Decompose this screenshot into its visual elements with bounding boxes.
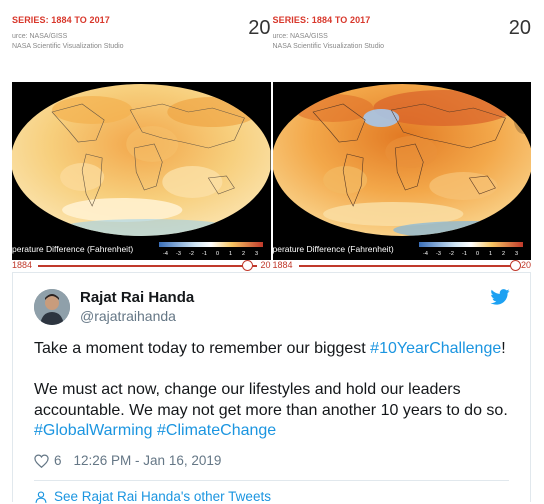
year-slider[interactable]: 1884 20 xyxy=(12,260,271,272)
legend-bar: perature Difference (Fahrenheit) -4 -3 -… xyxy=(12,238,271,260)
scale-tick: 0 xyxy=(216,251,219,256)
year-label: 20 xyxy=(508,17,531,39)
scale-tick: 2 xyxy=(242,251,245,256)
scale-tick: -2 xyxy=(189,251,194,256)
series-title: SERIES: 1884 TO 2017 xyxy=(12,15,110,25)
legend-label: perature Difference (Fahrenheit) xyxy=(12,244,134,254)
tweet-meta: 6 12:26 PM - Jan 16, 2019 xyxy=(34,453,221,468)
text-segment: Take a moment today to remember our bigg… xyxy=(34,340,371,357)
temperature-map xyxy=(272,82,531,238)
slider-end-label: 20 xyxy=(520,260,531,270)
series-source: urce: NASA/GISS NASA Scientific Visualiz… xyxy=(12,33,124,50)
year-slider[interactable]: 1884 20 xyxy=(272,260,531,272)
slider-track[interactable] xyxy=(38,265,257,267)
like-count[interactable]: 6 xyxy=(54,453,62,468)
slider-start-label: 1884 xyxy=(272,260,293,270)
climate-map-panel-right[interactable]: SERIES: 1884 TO 2017 urce: NASA/GISS NAS… xyxy=(272,12,531,272)
twitter-bird-icon[interactable] xyxy=(490,289,510,305)
year-label: 20 xyxy=(248,17,271,39)
scale-tick: -1 xyxy=(462,251,467,256)
tweet-paragraph-1: Take a moment today to remember our bigg… xyxy=(34,339,519,360)
slider-knob[interactable] xyxy=(510,260,521,271)
text-segment: We must act now, change our lifestyles a… xyxy=(34,381,508,419)
tweet-card: Rajat Rai Handa @rajatraihanda Take a mo… xyxy=(12,272,531,504)
scale-tick: -4 xyxy=(163,251,168,256)
tweet-paragraph-2: We must act now, change our lifestyles a… xyxy=(34,380,519,442)
scale-tick: 2 xyxy=(502,251,505,256)
text-segment: ! xyxy=(501,340,506,357)
legend-bar: perature Difference (Fahrenheit) -4 -3 -… xyxy=(272,238,531,260)
slider-end-label: 20 xyxy=(260,260,271,270)
scale-tick: 3 xyxy=(255,251,258,256)
tweet-text: Take a moment today to remember our bigg… xyxy=(34,339,519,442)
panel-header: SERIES: 1884 TO 2017 urce: NASA/GISS NAS… xyxy=(12,12,271,84)
legend-label: perature Difference (Fahrenheit) xyxy=(272,244,394,254)
slider-start-label: 1884 xyxy=(12,260,33,270)
heart-icon[interactable] xyxy=(34,453,49,468)
scale-tick: -1 xyxy=(202,251,207,256)
timestamp[interactable]: 12:26 PM - Jan 16, 2019 xyxy=(74,453,222,468)
slider-knob[interactable] xyxy=(241,260,253,271)
scale-tick: 1 xyxy=(229,251,232,256)
color-scale: -4 -3 -2 -1 0 1 2 3 xyxy=(158,242,263,256)
divider xyxy=(34,480,509,481)
scale-tick: -3 xyxy=(436,251,441,256)
scale-tick: -4 xyxy=(423,251,428,256)
panel-header: SERIES: 1884 TO 2017 urce: NASA/GISS NAS… xyxy=(272,12,531,84)
author-handle[interactable]: @rajatraihanda xyxy=(80,308,176,324)
series-source: urce: NASA/GISS NASA Scientific Visualiz… xyxy=(272,33,385,50)
avatar[interactable] xyxy=(34,289,70,325)
scale-tick: -2 xyxy=(449,251,454,256)
hashtag-globalwarming[interactable]: #GlobalWarming xyxy=(34,422,153,439)
slider-track[interactable] xyxy=(298,265,517,267)
world-map-graphic xyxy=(272,82,531,238)
scale-tick: 0 xyxy=(476,251,479,256)
climate-map-panel-left[interactable]: SERIES: 1884 TO 2017 urce: NASA/GISS NAS… xyxy=(12,12,271,272)
world-map-graphic xyxy=(12,82,271,238)
avatar-image xyxy=(34,289,70,325)
temperature-map xyxy=(12,82,271,238)
hashtag-climatechange[interactable]: #ClimateChange xyxy=(157,422,276,439)
scale-tick: 3 xyxy=(515,251,518,256)
author-name[interactable]: Rajat Rai Handa xyxy=(80,289,194,306)
tweet-media[interactable]: SERIES: 1884 TO 2017 urce: NASA/GISS NAS… xyxy=(12,12,531,272)
hashtag-10yearchallenge[interactable]: #10YearChallenge xyxy=(370,340,501,357)
scale-tick: 1 xyxy=(489,251,492,256)
series-title: SERIES: 1884 TO 2017 xyxy=(272,15,371,25)
scale-tick: -3 xyxy=(176,251,181,256)
color-scale: -4 -3 -2 -1 0 1 2 3 xyxy=(419,242,523,256)
